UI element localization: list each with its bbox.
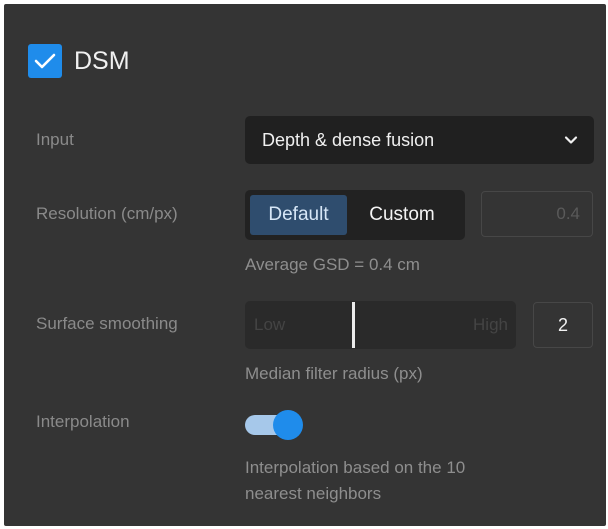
surface-smoothing-hint: Median filter radius (px) [245, 364, 423, 383]
dsm-settings-panel: DSM Input Depth & dense fusion Resolutio… [4, 4, 606, 526]
resolution-value-input[interactable]: 0.4 [481, 191, 593, 237]
resolution-default-button[interactable]: Default [250, 195, 347, 235]
dsm-checkbox-row[interactable]: DSM [28, 44, 130, 78]
check-icon [34, 53, 56, 69]
surface-smoothing-label: Surface smoothing [36, 314, 178, 333]
interpolation-toggle[interactable] [245, 410, 303, 440]
resolution-hint: Average GSD = 0.4 cm [245, 255, 420, 274]
chevron-down-icon [564, 136, 578, 144]
toggle-knob [273, 410, 303, 440]
dsm-label: DSM [74, 46, 130, 75]
surface-smoothing-value-input[interactable]: 2 [533, 302, 593, 348]
resolution-custom-button[interactable]: Custom [347, 195, 457, 235]
slider-thumb[interactable] [352, 302, 356, 348]
input-select-value: Depth & dense fusion [262, 129, 435, 150]
surface-smoothing-slider[interactable]: Low High [245, 301, 516, 349]
input-label: Input [36, 130, 74, 149]
interpolation-label: Interpolation [36, 412, 130, 431]
resolution-label: Resolution (cm/px) [36, 204, 178, 223]
slider-low-label: Low [254, 315, 286, 334]
slider-high-label: High [473, 315, 508, 334]
resolution-mode-toggle: Default Custom [245, 190, 465, 240]
interpolation-hint-line1: Interpolation based on the 10 [245, 458, 466, 477]
dsm-checkbox[interactable] [28, 44, 62, 78]
interpolation-hint-line2: nearest neighbors [245, 484, 382, 503]
input-select[interactable]: Depth & dense fusion [245, 116, 594, 164]
